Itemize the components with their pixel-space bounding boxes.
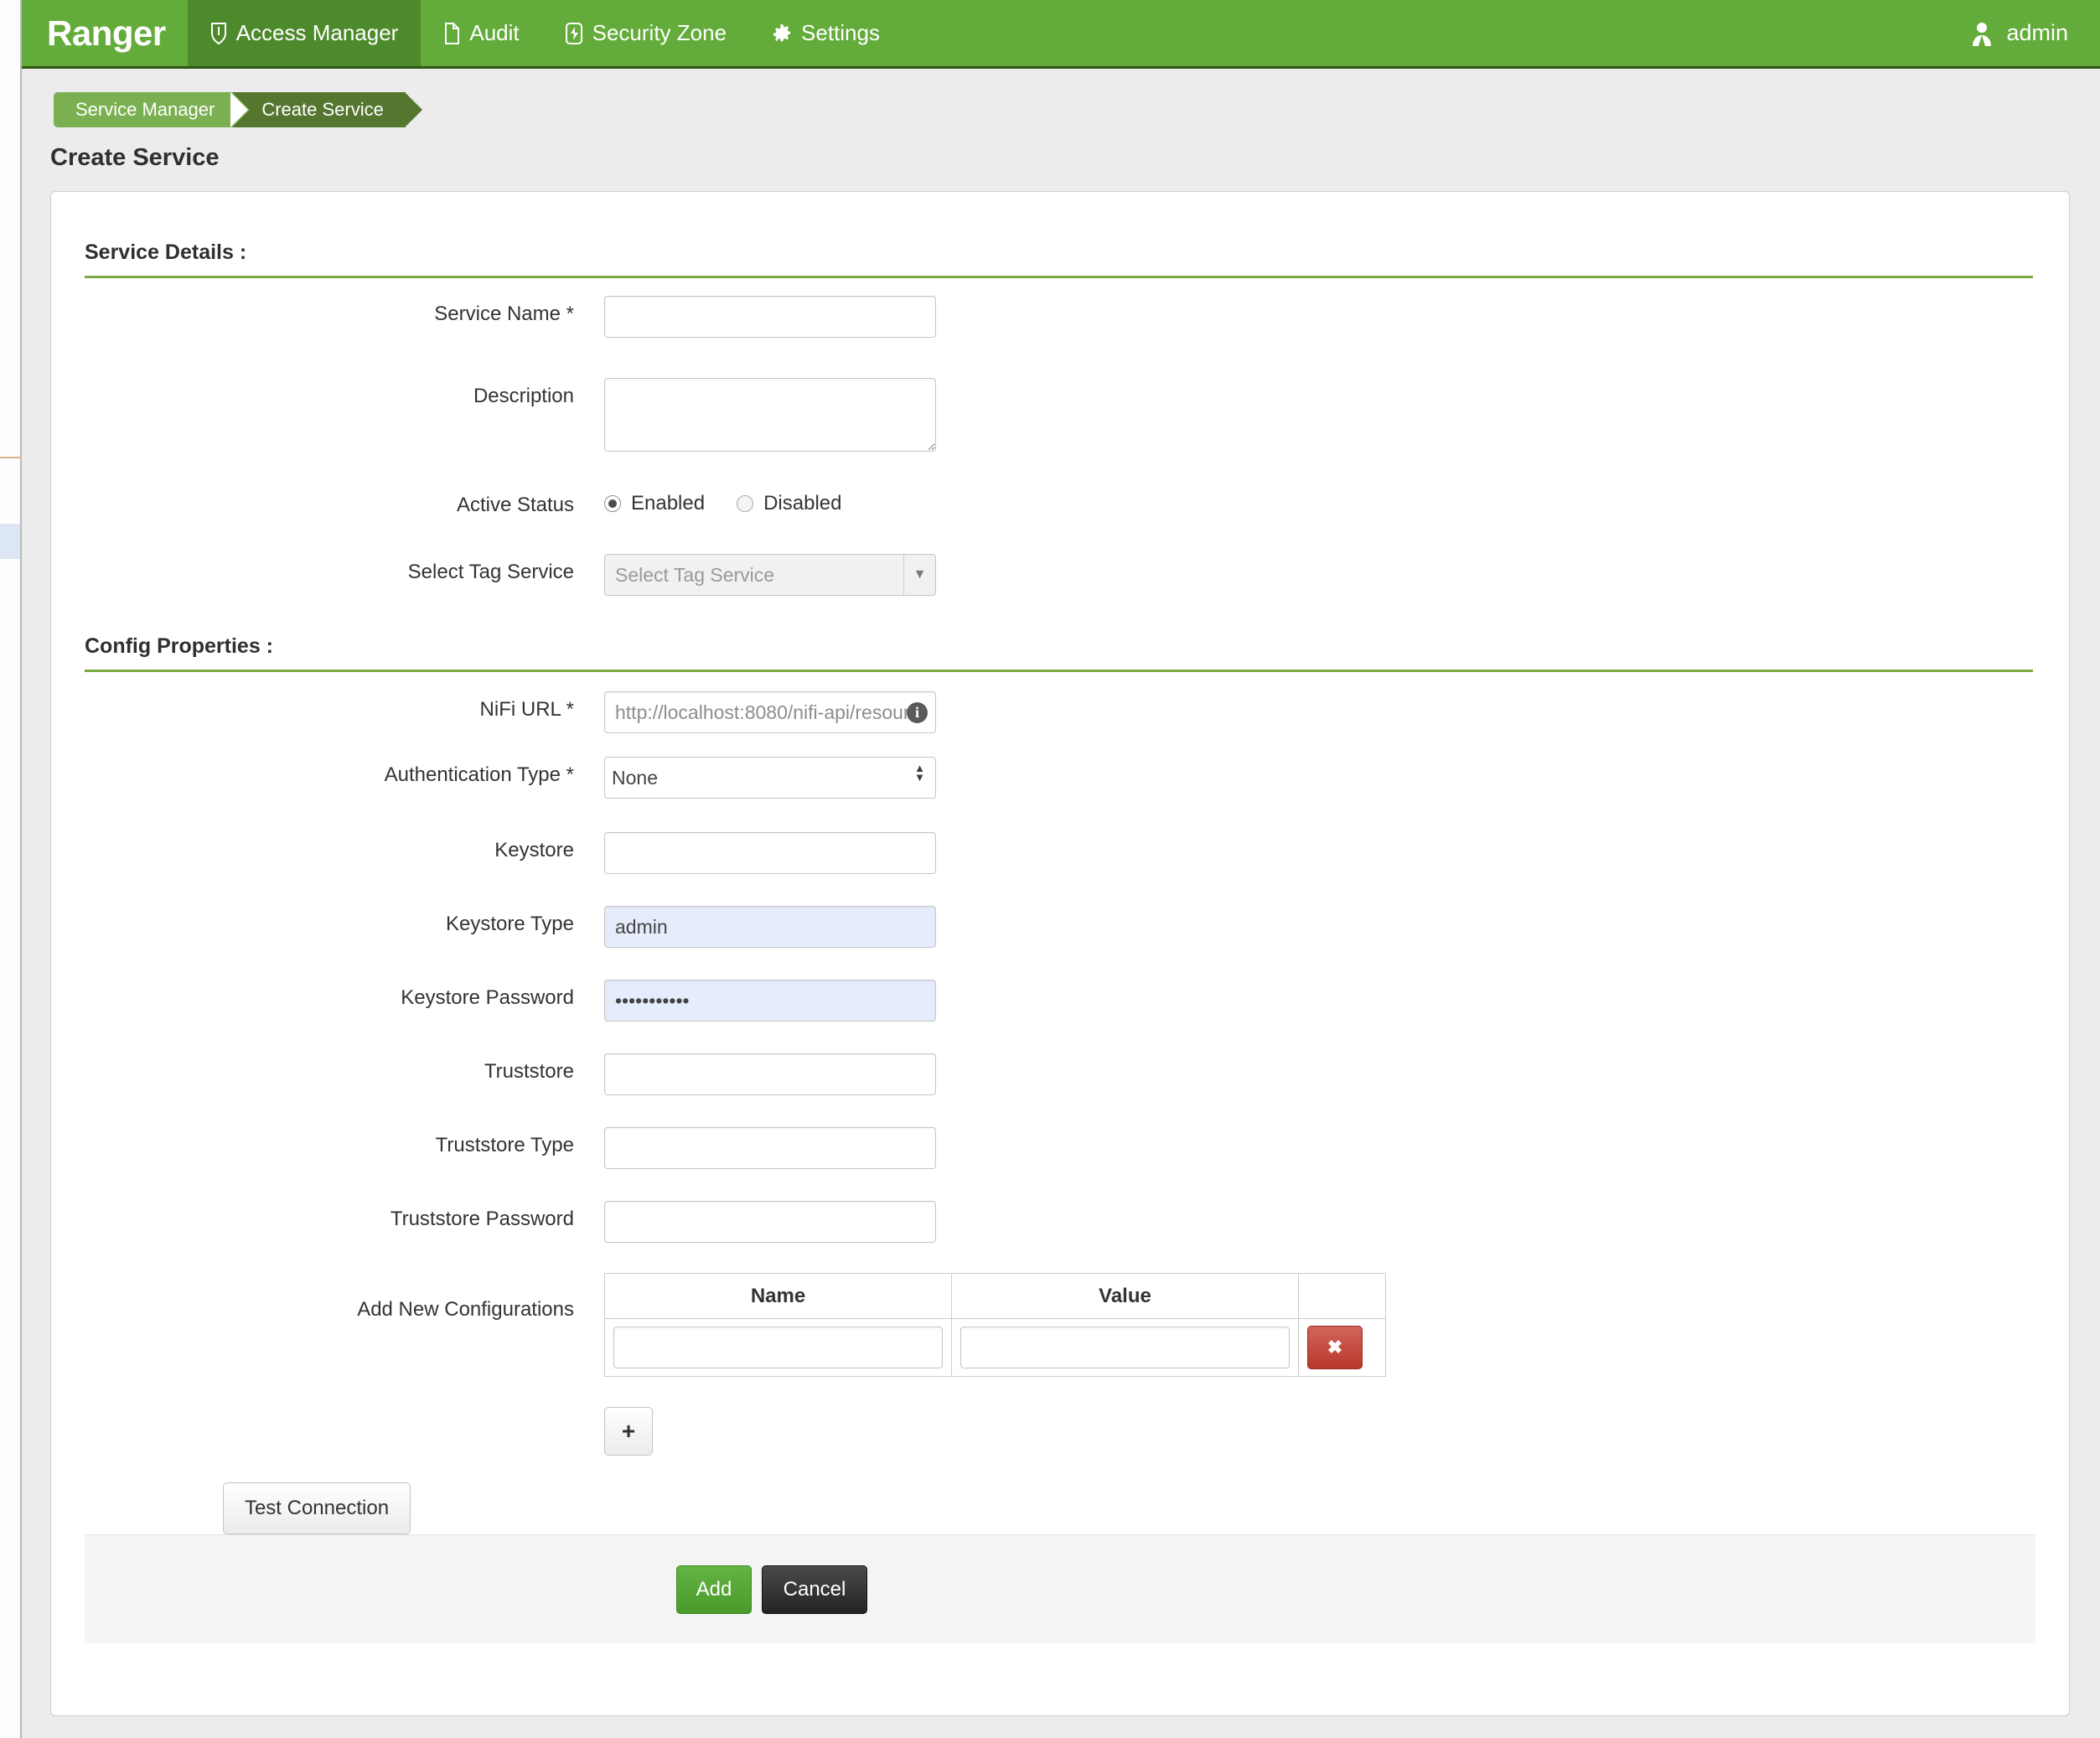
add-new-configurations-label: Add New Configurations: [357, 1298, 574, 1321]
nifi-url-label: NiFi URL *: [479, 698, 574, 721]
config-name-cell: [604, 1318, 952, 1377]
config-value-cell: [951, 1318, 1299, 1377]
nav-label-security-zone: Security Zone: [592, 20, 727, 45]
nav-item-audit[interactable]: Audit: [421, 0, 541, 66]
authentication-type-label: Authentication Type *: [384, 763, 574, 786]
nav-item-security-zone[interactable]: Security Zone: [542, 0, 749, 66]
tag-service-placeholder: Select Tag Service: [615, 563, 775, 586]
tag-service-label: Select Tag Service: [407, 561, 574, 583]
keystore-type-input[interactable]: [604, 906, 936, 948]
description-label: Description: [473, 385, 574, 407]
service-details-rule: [85, 276, 2033, 278]
truststore-input[interactable]: [604, 1053, 936, 1095]
tag-service-select[interactable]: Select Tag Service ▼: [604, 554, 936, 596]
add-new-configurations-table: Name Value ✖: [604, 1273, 1386, 1377]
cancel-button[interactable]: Cancel: [762, 1565, 867, 1614]
config-properties-rule: [85, 670, 2033, 672]
nav-label-settings: Settings: [801, 20, 880, 45]
delete-row-button[interactable]: ✖: [1307, 1326, 1363, 1369]
keystore-label: Keystore: [494, 839, 574, 861]
breadcrumb: Service Manager Create Service: [22, 92, 422, 127]
authentication-type-select[interactable]: None: [604, 757, 936, 799]
top-navigation-bar: Ranger Access Manager Audit Security Zon…: [22, 0, 2100, 69]
table-header-row: Name Value: [604, 1273, 1386, 1319]
active-status-label: Active Status: [456, 494, 574, 516]
config-properties-heading: Config Properties :: [85, 634, 274, 658]
nifi-url-input[interactable]: [604, 691, 936, 733]
truststore-password-input[interactable]: [604, 1201, 936, 1243]
breadcrumb-create-service[interactable]: Create Service: [230, 92, 422, 127]
breadcrumb-label: Service Manager: [75, 99, 215, 120]
nav-item-access-manager[interactable]: Access Manager: [187, 0, 422, 66]
test-connection-button[interactable]: Test Connection: [223, 1482, 411, 1534]
service-details-heading: Service Details :: [85, 241, 247, 264]
panel-footer: Add Cancel: [85, 1534, 2035, 1643]
background-rule: [0, 457, 20, 458]
breadcrumb-label: Create Service: [261, 99, 384, 120]
file-icon: [443, 22, 460, 44]
keystore-type-label: Keystore Type: [446, 913, 574, 935]
column-header-name: Name: [604, 1273, 952, 1319]
radio-disabled-label: Disabled: [763, 492, 842, 515]
add-row-button[interactable]: +: [604, 1407, 653, 1456]
user-menu[interactable]: admin: [1968, 0, 2100, 66]
truststore-type-label: Truststore Type: [435, 1134, 574, 1156]
nav-label-audit: Audit: [469, 20, 520, 45]
user-name-label: admin: [2006, 20, 2068, 45]
chevron-down-icon[interactable]: ▼: [903, 555, 935, 595]
radio-enabled[interactable]: [604, 495, 621, 512]
radio-enabled-label: Enabled: [631, 492, 706, 515]
info-icon[interactable]: i: [907, 702, 928, 723]
truststore-password-label: Truststore Password: [390, 1208, 574, 1230]
service-name-input[interactable]: [604, 296, 936, 338]
keystore-password-input[interactable]: [604, 980, 936, 1022]
keystore-input[interactable]: [604, 832, 936, 874]
nav-item-settings[interactable]: Settings: [749, 0, 903, 66]
create-service-panel: Service Details : Service Name * Descrip…: [50, 191, 2070, 1716]
radio-disabled[interactable]: [737, 495, 754, 512]
add-button[interactable]: Add: [676, 1565, 752, 1614]
shield-icon: [210, 22, 227, 44]
config-value-input[interactable]: [960, 1327, 1290, 1368]
breadcrumb-service-manager[interactable]: Service Manager: [54, 92, 251, 127]
nav-label-access-manager: Access Manager: [235, 20, 399, 45]
truststore-type-input[interactable]: [604, 1127, 936, 1169]
background-highlight: [0, 524, 20, 559]
service-name-label: Service Name *: [434, 303, 574, 325]
gear-icon: [772, 23, 792, 44]
page-title: Create Service: [50, 144, 220, 171]
keystore-password-label: Keystore Password: [401, 986, 574, 1009]
user-icon: [1968, 20, 1995, 47]
zone-icon: [565, 22, 583, 44]
column-header-actions: [1299, 1274, 1386, 1319]
column-header-value: Value: [951, 1273, 1299, 1319]
config-name-input[interactable]: [613, 1327, 943, 1368]
brand-logo[interactable]: Ranger: [22, 0, 188, 66]
footer-button-group: Add Cancel: [676, 1565, 867, 1614]
background-window-sliver: ) ) ): [0, 0, 22, 1738]
description-textarea[interactable]: [604, 378, 936, 452]
truststore-label: Truststore: [484, 1060, 574, 1083]
config-actions-cell: ✖: [1298, 1318, 1386, 1377]
table-row: ✖: [604, 1318, 1386, 1377]
